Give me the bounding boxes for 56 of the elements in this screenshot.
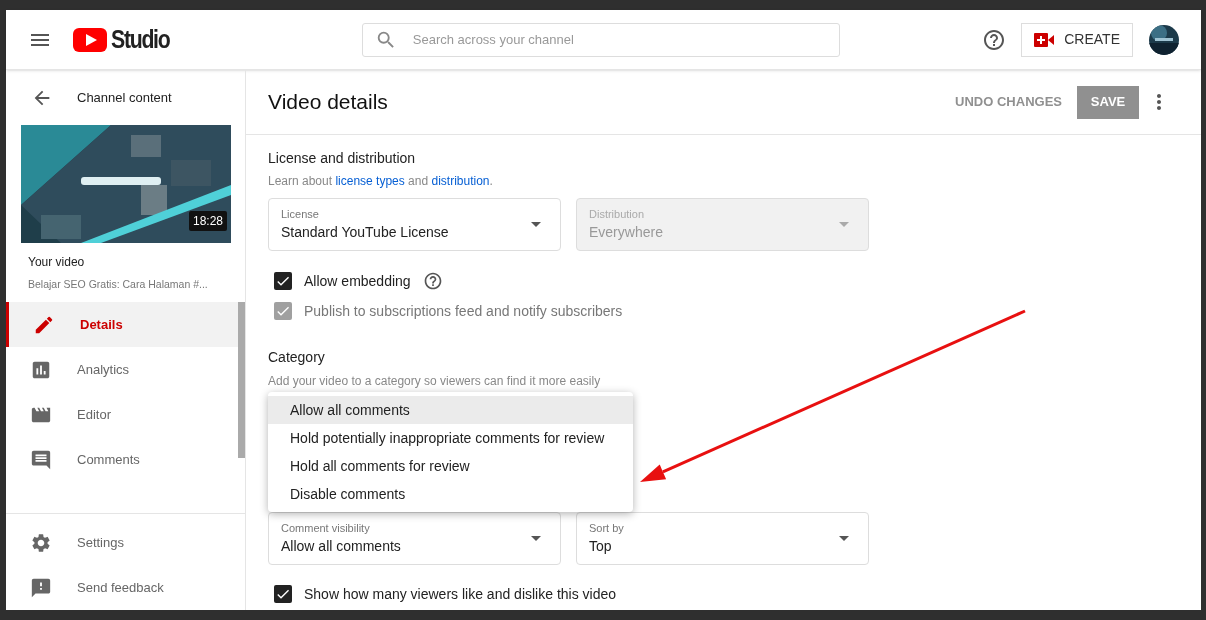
field-label: License	[281, 206, 320, 222]
help-icon[interactable]	[422, 271, 443, 291]
checkbox-label: Show how many viewers like and dislike this video	[304, 584, 617, 604]
video-plus-icon	[1034, 32, 1055, 47]
field-label: Comment visibility	[281, 520, 371, 536]
create-button[interactable]: CREATE	[1021, 22, 1133, 57]
page-title: Video details	[268, 89, 389, 116]
play-logo-icon	[73, 27, 107, 52]
field-value: Standard YouTube License	[281, 223, 450, 243]
undo-changes-button[interactable]: UNDO CHANGES	[955, 92, 1062, 112]
checkbox-label: Allow embedding	[304, 271, 411, 291]
dropdown-field[interactable]: Comment visibility Allow all comments	[268, 512, 561, 565]
checkbox[interactable]	[274, 272, 292, 290]
nav-item[interactable]: Details	[6, 302, 238, 347]
video-title: Belajar SEO Gratis: Cara Halaman #...	[28, 277, 209, 293]
dropdown-caret-icon	[839, 536, 849, 541]
field-value: Allow all comments	[281, 537, 402, 557]
menu-item[interactable]: Hold potentially inappropriate comments for review	[268, 424, 633, 452]
nav-item[interactable]: Settings	[6, 520, 245, 565]
menu-item[interactable]: Disable comments	[268, 480, 633, 508]
dropdown-field[interactable]: License Standard YouTube License	[268, 198, 561, 251]
link[interactable]: license types	[335, 174, 405, 188]
dropdown-caret-icon	[531, 536, 541, 541]
section-heading: Category	[268, 348, 326, 367]
dropdown-field[interactable]: Sort by Top	[576, 512, 869, 565]
save-button[interactable]: SAVE	[1077, 85, 1139, 119]
checkbox[interactable]	[274, 585, 292, 603]
help-text: Add your video to a category so viewers can find it more easily	[268, 373, 602, 390]
field-value: Everywhere	[589, 223, 664, 243]
section-heading: Your video	[28, 254, 86, 272]
help-text: Learn about license types and distribution.	[268, 173, 494, 190]
avatar[interactable]	[1149, 24, 1179, 55]
feedback-icon	[30, 576, 52, 599]
nav-item[interactable]: Comments	[6, 437, 238, 482]
nav-item[interactable]: Send feedback	[6, 565, 245, 610]
speech-bubble-icon	[30, 448, 52, 471]
dropdown-caret-icon	[839, 222, 849, 227]
link[interactable]: distribution	[431, 174, 490, 188]
search-field[interactable]: Search across your channel	[412, 29, 827, 50]
help-icon[interactable]	[982, 27, 1007, 52]
nav-item[interactable]: Analytics	[6, 347, 238, 392]
duration-badge: 18:28	[188, 211, 227, 232]
back-link[interactable]: Channel content	[77, 88, 172, 108]
scrollbar[interactable]	[238, 302, 245, 458]
menu-item[interactable]: Hold all comments for review	[268, 452, 633, 480]
settings-icon	[30, 531, 52, 554]
field-label: Distribution	[589, 206, 646, 222]
field-label: Sort by	[589, 520, 625, 536]
checkbox-label: Publish to subscriptions feed and notify subscribers	[304, 301, 623, 321]
nav-item[interactable]: Editor	[6, 392, 238, 437]
section-heading: License and distribution	[268, 149, 417, 168]
search-bar[interactable]: Search across your channel	[361, 22, 840, 57]
logo-text[interactable]: Studio	[111, 20, 170, 59]
dropdown-caret-icon	[531, 222, 541, 227]
field-value: Top	[589, 537, 613, 557]
menu-item[interactable]: Allow all comments	[268, 396, 633, 424]
